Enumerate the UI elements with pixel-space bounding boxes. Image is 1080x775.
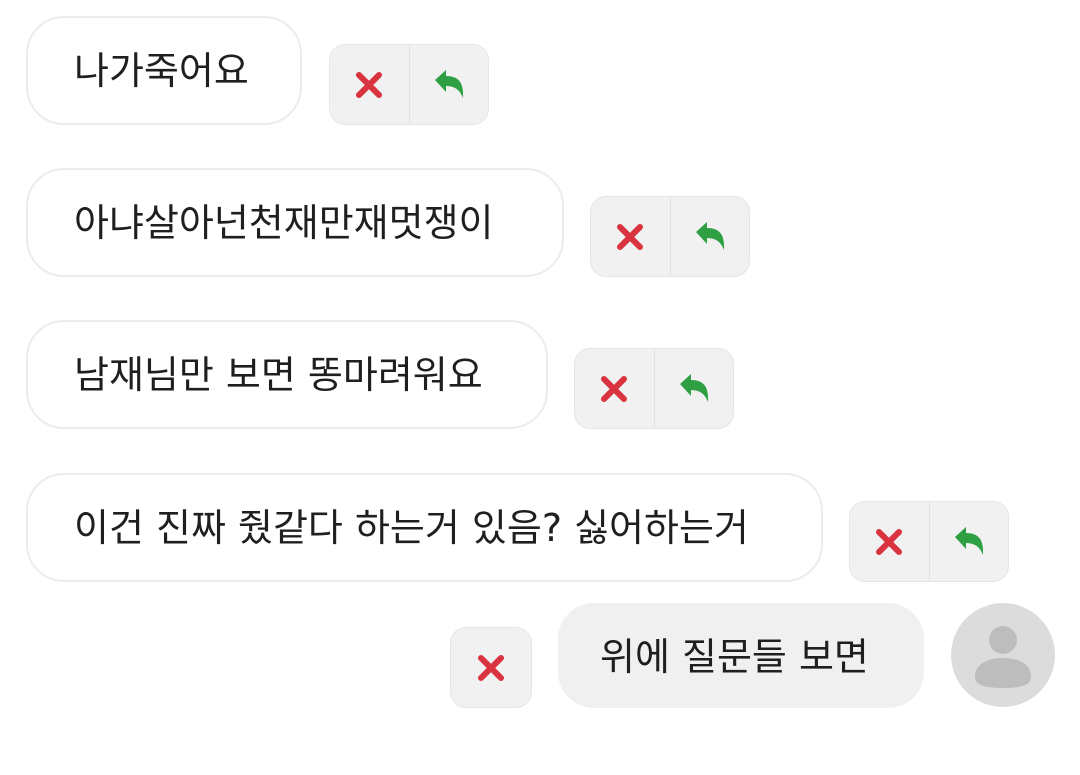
message-actions xyxy=(574,348,734,429)
close-icon xyxy=(356,71,383,98)
delete-button[interactable] xyxy=(575,349,654,428)
reply-button[interactable] xyxy=(653,349,734,428)
delete-button[interactable] xyxy=(850,502,929,581)
message-text: 나가죽어요 xyxy=(74,49,249,93)
message-actions xyxy=(849,501,1009,582)
user-avatar-icon xyxy=(975,626,1031,688)
my-message-actions xyxy=(450,627,532,708)
reply-icon xyxy=(954,526,983,555)
message-bubble: 아냐살아넌천재만재멋쟁이 xyxy=(26,168,564,277)
close-icon xyxy=(876,528,903,555)
my-message-bubble: 위에 질문들 보면 xyxy=(558,603,924,708)
message-actions xyxy=(329,44,489,125)
message-bubble: 이건 진짜 줬같다 하는거 있음? 싫어하는거 xyxy=(26,473,823,582)
message-text: 아냐살아넌천재만재멋쟁이 xyxy=(74,201,494,245)
close-icon xyxy=(478,654,504,681)
message-actions xyxy=(590,196,750,277)
message-text: 위에 질문들 보면 xyxy=(600,635,869,679)
reply-button[interactable] xyxy=(669,197,750,276)
delete-button[interactable] xyxy=(591,197,670,276)
reply-icon xyxy=(434,69,463,98)
reply-icon xyxy=(695,221,724,250)
message-bubble: 남재님만 보면 똥마려워요 xyxy=(26,320,548,429)
close-icon xyxy=(601,375,628,402)
close-icon xyxy=(617,223,644,250)
reply-button[interactable] xyxy=(408,45,489,124)
delete-button[interactable] xyxy=(451,628,531,707)
message-text: 남재님만 보면 똥마려워요 xyxy=(74,353,483,397)
message-bubble: 나가죽어요 xyxy=(26,16,302,125)
message-text: 이건 진짜 줬같다 하는거 있음? 싫어하는거 xyxy=(74,506,749,550)
chat-window: 나가죽어요 아냐살아넌천재만재멋쟁이 남재님만 보면 똥마려워요 이건 진짜 줬… xyxy=(0,0,1080,775)
reply-icon xyxy=(679,373,708,402)
reply-button[interactable] xyxy=(928,502,1009,581)
avatar[interactable] xyxy=(951,603,1055,707)
delete-button[interactable] xyxy=(330,45,409,124)
